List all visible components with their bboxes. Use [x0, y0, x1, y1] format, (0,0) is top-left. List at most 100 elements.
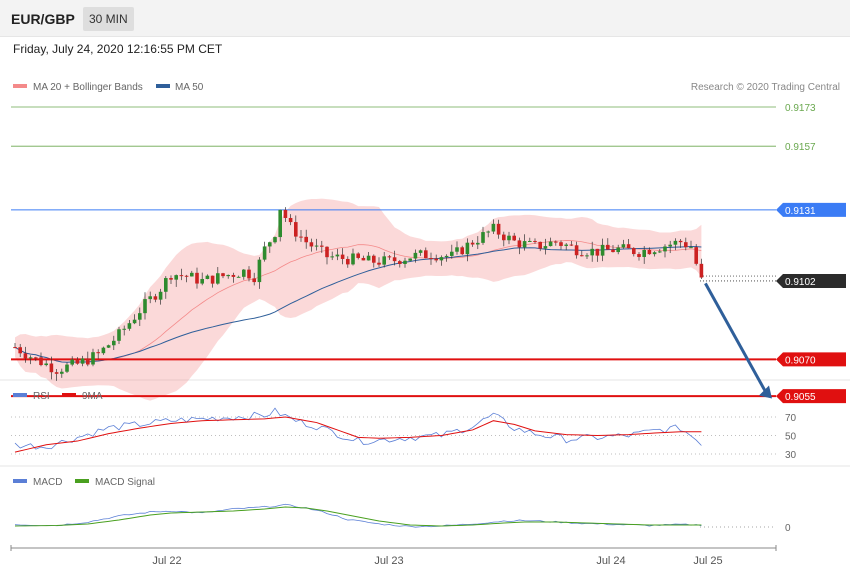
- candle-body: [366, 255, 371, 261]
- candle-body: [554, 241, 558, 243]
- candle-body: [184, 275, 189, 277]
- candle-body: [158, 291, 163, 300]
- candle-body: [465, 242, 470, 255]
- candle-body: [470, 242, 475, 245]
- candle-body: [486, 231, 490, 233]
- rsi-tick-label: 50: [785, 432, 797, 443]
- candle-body: [153, 296, 158, 300]
- candle-body: [96, 352, 100, 354]
- candle-body: [372, 255, 376, 263]
- candle-body: [621, 244, 626, 248]
- chart-area: MA 20 + Bollinger Bands MA 50 Research ©…: [0, 82, 850, 567]
- candle-body: [75, 359, 80, 364]
- candle-body: [626, 244, 631, 249]
- candle-body: [273, 237, 277, 243]
- candle-body: [481, 232, 485, 243]
- candle-body: [257, 259, 262, 283]
- candle-body: [522, 241, 527, 248]
- forecast-arrow: [704, 282, 772, 399]
- price-level-label: 0.9070: [785, 355, 816, 366]
- candle-body: [13, 347, 17, 349]
- candle-body: [543, 246, 548, 249]
- candle-body: [351, 253, 355, 265]
- candle-body: [361, 257, 366, 261]
- macd-tick-label: 0: [785, 523, 791, 534]
- candle-body: [117, 329, 121, 341]
- candle-body: [528, 240, 532, 242]
- candle-body: [164, 278, 168, 292]
- candle-body: [221, 273, 225, 277]
- candle-body: [574, 245, 579, 256]
- candle-body: [694, 247, 698, 264]
- candle-body: [398, 261, 402, 264]
- rsi-ma-legend-label: 9MA: [82, 391, 103, 402]
- candle-body: [86, 358, 90, 365]
- candle-body: [455, 247, 459, 252]
- candle-body: [231, 274, 236, 277]
- price-level-label: 0.9157: [785, 142, 816, 153]
- candle-body: [356, 253, 360, 258]
- candle-body: [429, 258, 433, 260]
- rsi-panel: 70 50 30: [11, 407, 797, 461]
- candle-body: [23, 353, 28, 359]
- candle-body: [309, 242, 314, 247]
- candle-body: [491, 223, 496, 232]
- price-level-label: 0.9173: [785, 103, 816, 114]
- candle-body: [320, 245, 324, 247]
- x-axis-ticks: Jul 22 Jul 23 Jul 24 Jul 25: [152, 555, 722, 567]
- candle-body: [538, 241, 542, 249]
- candle-body: [637, 254, 641, 257]
- candle-body: [174, 275, 178, 280]
- candle-body: [242, 269, 246, 277]
- candle-body: [678, 240, 683, 243]
- x-axis-tick-label: Jul 23: [374, 555, 403, 567]
- candle-body: [496, 223, 501, 235]
- bollinger-band-area: [15, 198, 702, 401]
- forecast-arrow-shaft: [704, 282, 768, 394]
- candle-body: [450, 251, 454, 256]
- candle-body: [585, 255, 589, 257]
- candle-body: [652, 252, 657, 255]
- candle-body: [377, 262, 381, 265]
- candle-body: [54, 372, 59, 374]
- bollinger-legend-label: MA 20 + Bollinger Bands: [33, 82, 143, 93]
- rsi-ma-legend-swatch: [62, 393, 76, 397]
- x-axis-tick-label: Jul 22: [152, 555, 181, 567]
- macd-legend-label: MACD: [33, 477, 62, 488]
- candle-body: [632, 248, 636, 255]
- credit-text: Research © 2020 Trading Central: [691, 82, 840, 93]
- macd-legend-swatch: [13, 479, 27, 483]
- rsi-tick-label: 30: [785, 450, 797, 461]
- rsi-line: [14, 407, 702, 450]
- candle-body: [216, 273, 220, 284]
- candle-body: [288, 217, 293, 223]
- candle-body: [460, 247, 464, 255]
- candle-body: [559, 242, 563, 246]
- candle-body: [408, 258, 412, 261]
- candle-body: [294, 222, 298, 237]
- candle-body: [34, 357, 38, 359]
- candle-body: [517, 240, 522, 248]
- candle-body: [392, 257, 397, 262]
- ma50-legend-swatch: [156, 84, 170, 88]
- candle-body: [226, 274, 230, 277]
- candle-body: [179, 275, 184, 277]
- candle-body: [346, 258, 350, 265]
- candle-body: [663, 246, 667, 252]
- candle-body: [325, 246, 329, 258]
- candle-body: [590, 248, 594, 256]
- candle-body: [616, 247, 620, 253]
- candle-body: [200, 278, 204, 284]
- candle-body: [595, 248, 600, 256]
- candle-body: [127, 323, 132, 329]
- candle-body: [304, 236, 308, 243]
- candle-body: [247, 269, 251, 279]
- candle-body: [403, 260, 407, 264]
- macd-signal-legend-swatch: [75, 479, 89, 483]
- candle-body: [335, 254, 340, 257]
- candle-body: [91, 352, 95, 365]
- price-level-label: 0.9055: [785, 392, 816, 403]
- candle-body: [122, 328, 126, 330]
- candle-body: [658, 251, 662, 253]
- candle-body: [101, 347, 106, 354]
